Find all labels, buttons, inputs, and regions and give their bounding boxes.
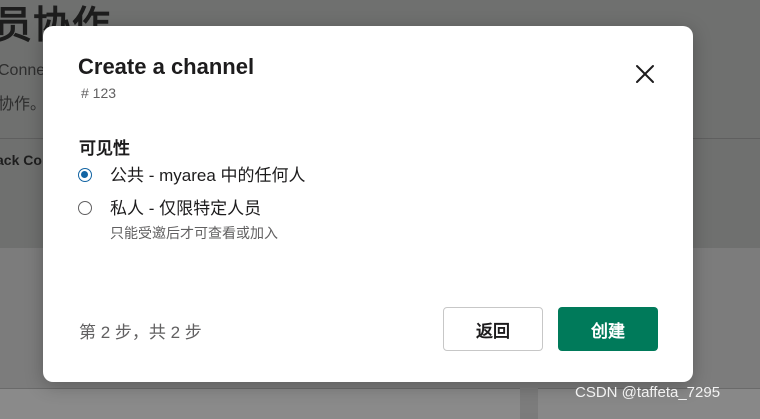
visibility-option-private[interactable]: 私人 - 仅限特定人员 只能受邀后才可查看或加入 (78, 199, 278, 243)
background-text-line: 协作。 (0, 96, 47, 113)
option-text: 私人 - 仅限特定人员 只能受邀后才可查看或加入 (110, 199, 278, 243)
create-channel-dialog: Create a channel # 123 可见性 公共 - myarea 中… (43, 26, 693, 382)
visibility-option-public[interactable]: 公共 - myarea 中的任何人 (78, 166, 306, 186)
background-text-line: Conne (0, 62, 46, 79)
close-icon (636, 65, 654, 83)
channel-name-subtitle: # 123 (81, 85, 117, 101)
back-button[interactable]: 返回 (443, 307, 543, 351)
step-indicator: 第 2 步，共 2 步 (79, 323, 202, 342)
dialog-title: Create a channel (78, 54, 255, 79)
radio-button-public[interactable] (78, 168, 92, 182)
close-button[interactable] (631, 60, 659, 88)
background-card (0, 388, 520, 419)
option-description: 只能受邀后才可查看或加入 (110, 225, 278, 241)
watermark: CSDN @taffeta_7295 (575, 384, 721, 401)
radio-button-private[interactable] (78, 201, 92, 215)
background-tab: ack Co (0, 152, 42, 168)
visibility-section-label: 可见性 (79, 139, 130, 158)
create-button[interactable]: 创建 (558, 307, 658, 351)
option-label: 公共 - myarea 中的任何人 (110, 166, 306, 185)
option-text: 公共 - myarea 中的任何人 (110, 166, 306, 186)
option-label: 私人 - 仅限特定人员 (110, 199, 262, 218)
